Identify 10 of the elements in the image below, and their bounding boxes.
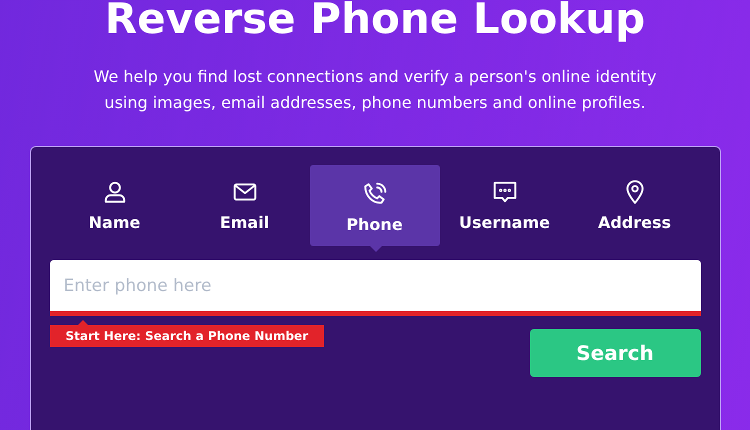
search-tab[interactable]: Username	[440, 165, 570, 246]
search-tab[interactable]: Address	[570, 165, 700, 246]
chat-icon	[492, 179, 518, 205]
hint-label: Start Here: Search a Phone Number	[50, 320, 324, 347]
page-title: Reverse Phone Lookup	[104, 0, 646, 42]
search-tab[interactable]: Email	[180, 165, 310, 246]
phone-icon	[362, 181, 388, 207]
search-tab[interactable]: Name	[50, 165, 180, 246]
phone-input-field[interactable]: Enter phone here	[50, 260, 700, 316]
intro-text: We help you find lost connections and verify a person's online identity using images, email addresses, phone numbers and online profiles.	[92, 66, 658, 114]
